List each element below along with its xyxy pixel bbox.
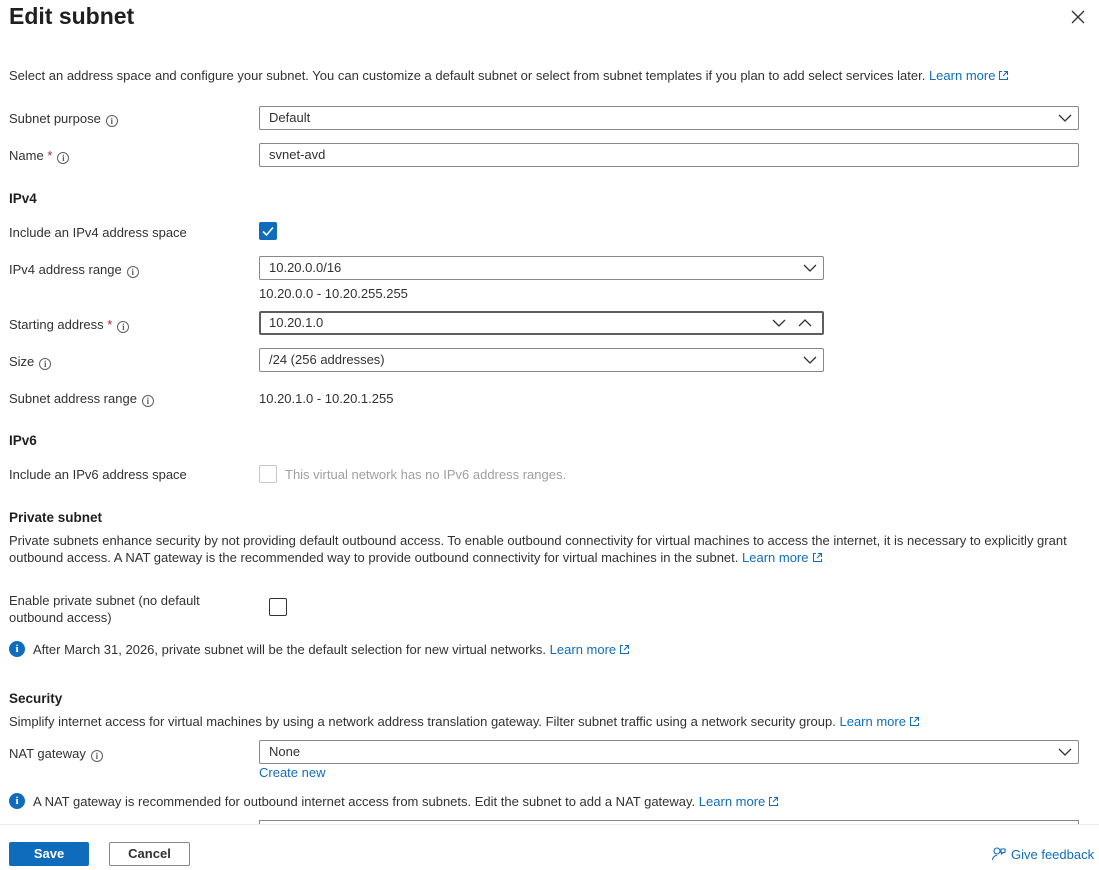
security-desc-text: Simplify internet access for virtual mac…: [9, 714, 836, 729]
private-subnet-info: i: [9, 640, 25, 657]
nat-gateway-dropdown[interactable]: None: [259, 740, 1079, 764]
nat-gateway-value: None: [269, 744, 301, 759]
subnet-purpose-dropdown[interactable]: Default: [259, 106, 1079, 130]
include-ipv6-label: Include an IPv6 address space: [9, 467, 187, 482]
enable-private-subnet-label-line1: Enable private subnet (no default: [9, 593, 200, 608]
enable-private-subnet-label: Enable private subnet (no default outbou…: [9, 592, 200, 626]
nat-gateway-label-text: NAT gateway: [9, 746, 86, 761]
external-link-icon: [909, 715, 920, 726]
subnet-address-range-label-text: Subnet address range: [9, 391, 137, 406]
ipv6-disabled-text: This virtual network has no IPv6 address…: [285, 467, 567, 482]
feedback-icon: [991, 847, 1006, 861]
give-feedback-link[interactable]: Give feedback: [991, 846, 1094, 862]
ipv6-heading: IPv6: [9, 433, 37, 448]
private-subnet-heading: Private subnet: [9, 510, 103, 525]
footer-divider: [0, 824, 1099, 825]
private-subnet-learn-more-link[interactable]: Learn more: [742, 550, 808, 565]
subnet-purpose-label-text: Subnet purpose: [9, 111, 101, 126]
info-icon[interactable]: i: [141, 395, 154, 407]
info-icon[interactable]: i: [117, 321, 130, 333]
chevron-down-icon: [803, 264, 817, 272]
external-link-icon: [812, 551, 823, 562]
info-icon: i: [9, 641, 25, 657]
chevron-down-icon[interactable]: [772, 317, 786, 329]
enable-private-subnet-label-line2: outbound access): [9, 610, 112, 625]
ipv4-heading: IPv4: [9, 191, 37, 206]
security-learn-more-link[interactable]: Learn more: [839, 714, 905, 729]
size-label-text: Size: [9, 354, 35, 369]
nat-info-text: A NAT gateway is recommended for outboun…: [33, 794, 696, 809]
starting-address-value: 10.20.1.0: [269, 315, 324, 330]
security-description: Simplify internet access for virtual mac…: [9, 714, 920, 729]
starting-address-input[interactable]: 10.20.1.0: [259, 311, 824, 335]
info-icon[interactable]: i: [57, 152, 70, 164]
include-ipv4-label: Include an IPv4 address space: [9, 225, 187, 240]
external-link-icon: [998, 69, 1009, 80]
size-dropdown[interactable]: /24 (256 addresses): [259, 348, 824, 372]
give-feedback-text: Give feedback: [1011, 847, 1095, 862]
info-icon[interactable]: i: [39, 358, 52, 370]
external-link-icon: [619, 643, 630, 654]
intro-learn-more-link[interactable]: Learn more: [929, 68, 995, 83]
save-button[interactable]: Save: [9, 842, 89, 866]
info-icon[interactable]: i: [90, 750, 103, 762]
required-asterisk: *: [47, 148, 53, 163]
private-subnet-info-text: After March 31, 2026, private subnet wil…: [33, 642, 547, 657]
cancel-button[interactable]: Cancel: [109, 842, 190, 866]
ipv4-range-label: IPv4 address range i: [9, 262, 139, 278]
close-icon[interactable]: [1068, 7, 1088, 27]
size-value: /24 (256 addresses): [269, 352, 385, 367]
subnet-address-range-value: 10.20.1.0 - 10.20.1.255: [259, 391, 394, 406]
ipv4-range-dropdown[interactable]: 10.20.0.0/16: [259, 256, 824, 280]
nat-gateway-label: NAT gateway i: [9, 746, 103, 762]
chevron-up-icon[interactable]: [798, 317, 812, 329]
include-ipv6-checkbox[interactable]: [259, 465, 277, 483]
subnet-address-range-label: Subnet address range i: [9, 391, 154, 407]
create-new-link[interactable]: Create new: [259, 765, 325, 780]
info-icon[interactable]: i: [126, 266, 139, 278]
ipv4-range-label-text: IPv4 address range: [9, 262, 122, 277]
name-value: svnet-avd: [269, 147, 326, 162]
private-subnet-desc-line1: Private subnets enhance security by not …: [9, 533, 1067, 548]
subnet-purpose-label: Subnet purpose i: [9, 111, 118, 127]
name-input[interactable]: svnet-avd: [259, 143, 1079, 167]
name-label: Name * i: [9, 148, 70, 164]
private-subnet-desc-line2: outbound access. A NAT gateway is the re…: [9, 550, 823, 565]
intro-description: Select an address space and configure yo…: [9, 68, 1009, 83]
required-asterisk: *: [107, 317, 113, 332]
info-icon: i: [9, 793, 25, 809]
size-label: Size i: [9, 354, 52, 370]
nat-info: i: [9, 792, 25, 809]
intro-text: Select an address space and configure yo…: [9, 68, 926, 83]
external-link-icon: [768, 795, 779, 806]
private-subnet-desc-text: outbound access. A NAT gateway is the re…: [9, 550, 739, 565]
chevron-down-icon: [1058, 114, 1072, 122]
private-subnet-info-message: After March 31, 2026, private subnet wil…: [33, 642, 630, 657]
page-title: Edit subnet: [9, 3, 135, 29]
chevron-down-icon: [1058, 748, 1072, 756]
ipv4-range-hint: 10.20.0.0 - 10.20.255.255: [259, 286, 408, 301]
private-subnet-info-learn-more-link[interactable]: Learn more: [550, 642, 616, 657]
subnet-purpose-value: Default: [269, 110, 311, 125]
ipv4-range-value: 10.20.0.0/16: [269, 260, 342, 275]
security-heading: Security: [9, 691, 63, 706]
enable-private-subnet-checkbox[interactable]: [269, 598, 287, 616]
starting-address-label-text: Starting address: [9, 317, 104, 332]
starting-address-label: Starting address * i: [9, 317, 130, 333]
nat-info-message: A NAT gateway is recommended for outboun…: [33, 794, 779, 809]
chevron-down-icon: [803, 356, 817, 364]
name-label-text: Name: [9, 148, 44, 163]
nat-info-learn-more-link[interactable]: Learn more: [699, 794, 765, 809]
checkmark-icon: [262, 226, 274, 237]
include-ipv4-checkbox[interactable]: [259, 222, 277, 240]
info-icon[interactable]: i: [105, 115, 118, 127]
